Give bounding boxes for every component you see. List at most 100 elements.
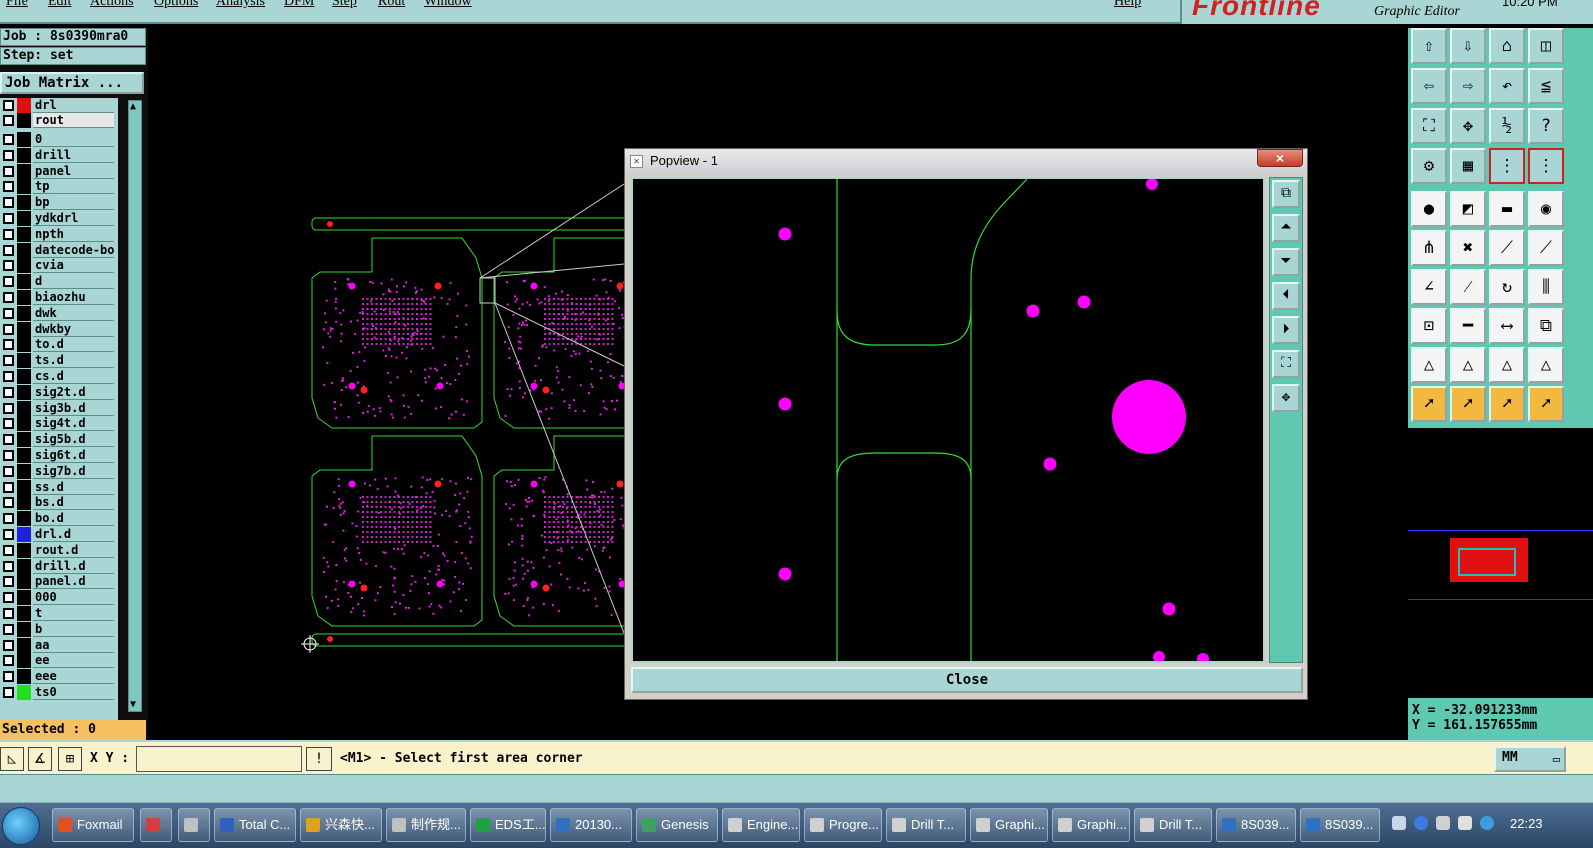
group-icon[interactable]: ⧉	[1528, 308, 1564, 344]
taskbar-button[interactable]: Engine...	[722, 808, 800, 842]
layer-color-icon[interactable]: ◩	[1450, 191, 1486, 227]
layer-checkbox[interactable]	[3, 402, 14, 414]
layer-row-biaozhu[interactable]: biaozhu	[0, 290, 118, 305]
layer-row-000[interactable]: 000	[0, 590, 118, 606]
pv-zoom-center-icon[interactable]: ✥	[1272, 384, 1300, 412]
layer-name[interactable]: sig5b.d	[33, 432, 114, 448]
layer-row-drl.d[interactable]: drl.d	[0, 527, 118, 542]
layer-row-t[interactable]: t	[0, 606, 118, 621]
taskbar-button[interactable]: 兴森快...	[300, 808, 382, 842]
help-tray-icon[interactable]	[1414, 816, 1428, 830]
taskbar-button[interactable]: Foxmail	[52, 808, 134, 842]
layer-name[interactable]: ss.d	[33, 479, 114, 495]
layer-row-eee[interactable]: eee	[0, 669, 118, 685]
taskbar-button[interactable]	[140, 808, 172, 842]
layer-checkbox[interactable]	[3, 165, 14, 177]
taskbar-button[interactable]: Graphi...	[1052, 808, 1130, 842]
layer-checkbox[interactable]	[3, 386, 14, 398]
slash-icon[interactable]: ⁄	[1450, 269, 1486, 305]
taskbar-button[interactable]: Drill T...	[1134, 808, 1212, 842]
layer-checkbox[interactable]	[3, 671, 14, 683]
units-select[interactable]: MM ▭	[1494, 746, 1566, 772]
taskbar-button[interactable]: Drill T...	[886, 808, 966, 842]
delete-feature-icon[interactable]: ✖	[1450, 230, 1486, 266]
pan-left-icon[interactable]: ⇦	[1411, 68, 1447, 104]
layer-row-sig5b.d[interactable]: sig5b.d	[0, 432, 118, 448]
layer-checkbox[interactable]	[3, 197, 14, 209]
layer-checkbox[interactable]	[3, 434, 14, 446]
menu-window[interactable]: Window	[424, 0, 472, 10]
taskbar-button[interactable]	[178, 808, 210, 842]
menu-help[interactable]: Help	[1114, 0, 1141, 10]
menu-edit[interactable]: Edit	[48, 0, 71, 10]
pv-pan-left-icon[interactable]: ⏴	[1272, 282, 1300, 310]
layer-checkbox[interactable]	[3, 355, 14, 367]
home-icon[interactable]: ⌂	[1489, 28, 1525, 64]
volume-icon[interactable]	[1480, 816, 1494, 830]
snap-center-icon[interactable]: ⋮	[1528, 148, 1564, 184]
layer-row-dwkby[interactable]: dwkby	[0, 321, 118, 337]
start-button[interactable]	[2, 807, 40, 845]
layer-row-to.d[interactable]: to.d	[0, 337, 118, 353]
layer-checkbox[interactable]	[3, 149, 14, 161]
layer-name[interactable]: ts0	[33, 685, 114, 700]
pv-zoom-fit-icon[interactable]: ⛶	[1272, 350, 1300, 378]
layer-name[interactable]: rout	[33, 113, 114, 128]
redraw-icon[interactable]: ≦	[1528, 68, 1564, 104]
save-icon[interactable]: ⇩	[1450, 28, 1486, 64]
layer-name[interactable]: ts.d	[33, 353, 114, 369]
menu-dfm[interactable]: DFM	[284, 0, 314, 10]
snap-icon[interactable]: ⋮	[1489, 148, 1525, 184]
pointer-box-icon[interactable]: ➚	[1450, 386, 1486, 422]
layer-name[interactable]: cs.d	[33, 369, 114, 384]
mirror-icon[interactable]: ⫼	[1528, 269, 1564, 305]
xy-input[interactable]	[136, 746, 302, 772]
layer-row-rout[interactable]: rout	[0, 113, 118, 128]
triangle-blue-icon[interactable]: △	[1489, 347, 1525, 383]
triangle-red-icon[interactable]: △	[1528, 347, 1564, 383]
layer-name[interactable]: biaozhu	[33, 290, 114, 305]
layer-name[interactable]: to.d	[33, 337, 114, 353]
layer-checkbox[interactable]	[3, 134, 14, 145]
layer-name[interactable]: panel	[33, 163, 114, 179]
layer-name[interactable]: drl	[33, 98, 114, 113]
popview-canvas[interactable]	[631, 177, 1265, 665]
flag-icon[interactable]	[1436, 816, 1450, 830]
layer-checkbox[interactable]	[3, 260, 14, 272]
window-close-button[interactable]: ×	[1257, 149, 1303, 167]
triangle-icon[interactable]: △	[1411, 347, 1447, 383]
horizontal-line-icon[interactable]: ━	[1450, 308, 1486, 344]
layer-checkbox[interactable]	[3, 323, 14, 335]
layer-name[interactable]: dwk	[33, 305, 114, 321]
layer-name[interactable]: b	[33, 621, 114, 637]
layer-checkbox[interactable]	[3, 339, 14, 351]
pointer-path-icon[interactable]: ➚	[1528, 386, 1564, 422]
layer-row-ee[interactable]: ee	[0, 653, 118, 669]
layer-name[interactable]: npth	[33, 226, 114, 242]
window-layout-icon[interactable]: ◫	[1528, 28, 1564, 64]
scale-1-2-icon[interactable]: ½	[1489, 108, 1525, 144]
layer-row-ts0[interactable]: ts0	[0, 685, 118, 700]
dimension-icon[interactable]: ⟷	[1489, 308, 1525, 344]
taskbar-button[interactable]: 制作规...	[386, 808, 466, 842]
grid-mode-icon[interactable]: ⊞	[58, 747, 82, 771]
taskbar-button[interactable]: Progre...	[804, 808, 882, 842]
taskbar-button[interactable]: Graphi...	[970, 808, 1048, 842]
layer-checkbox[interactable]	[3, 529, 14, 540]
layer-name[interactable]: d	[33, 274, 114, 290]
layer-name[interactable]: drl.d	[33, 527, 114, 542]
layer-row-d[interactable]: d	[0, 274, 118, 290]
layer-row-bp[interactable]: bp	[0, 195, 118, 211]
layer-checkbox[interactable]	[3, 655, 14, 667]
layer-checkbox[interactable]	[3, 228, 14, 240]
layer-name[interactable]: rout.d	[33, 542, 114, 558]
layer-row-sig7b.d[interactable]: sig7b.d	[0, 463, 118, 479]
layer-checkbox[interactable]	[3, 450, 14, 461]
pointer-select-icon[interactable]: ➚	[1489, 386, 1525, 422]
snap-mode-icon[interactable]: ◺	[0, 747, 24, 771]
layer-name[interactable]: aa	[33, 637, 114, 653]
grid-icon[interactable]: ▦	[1450, 148, 1486, 184]
network-icon[interactable]	[1458, 816, 1472, 830]
layer-checkbox[interactable]	[3, 292, 14, 303]
layer-checkbox[interactable]	[3, 276, 14, 288]
